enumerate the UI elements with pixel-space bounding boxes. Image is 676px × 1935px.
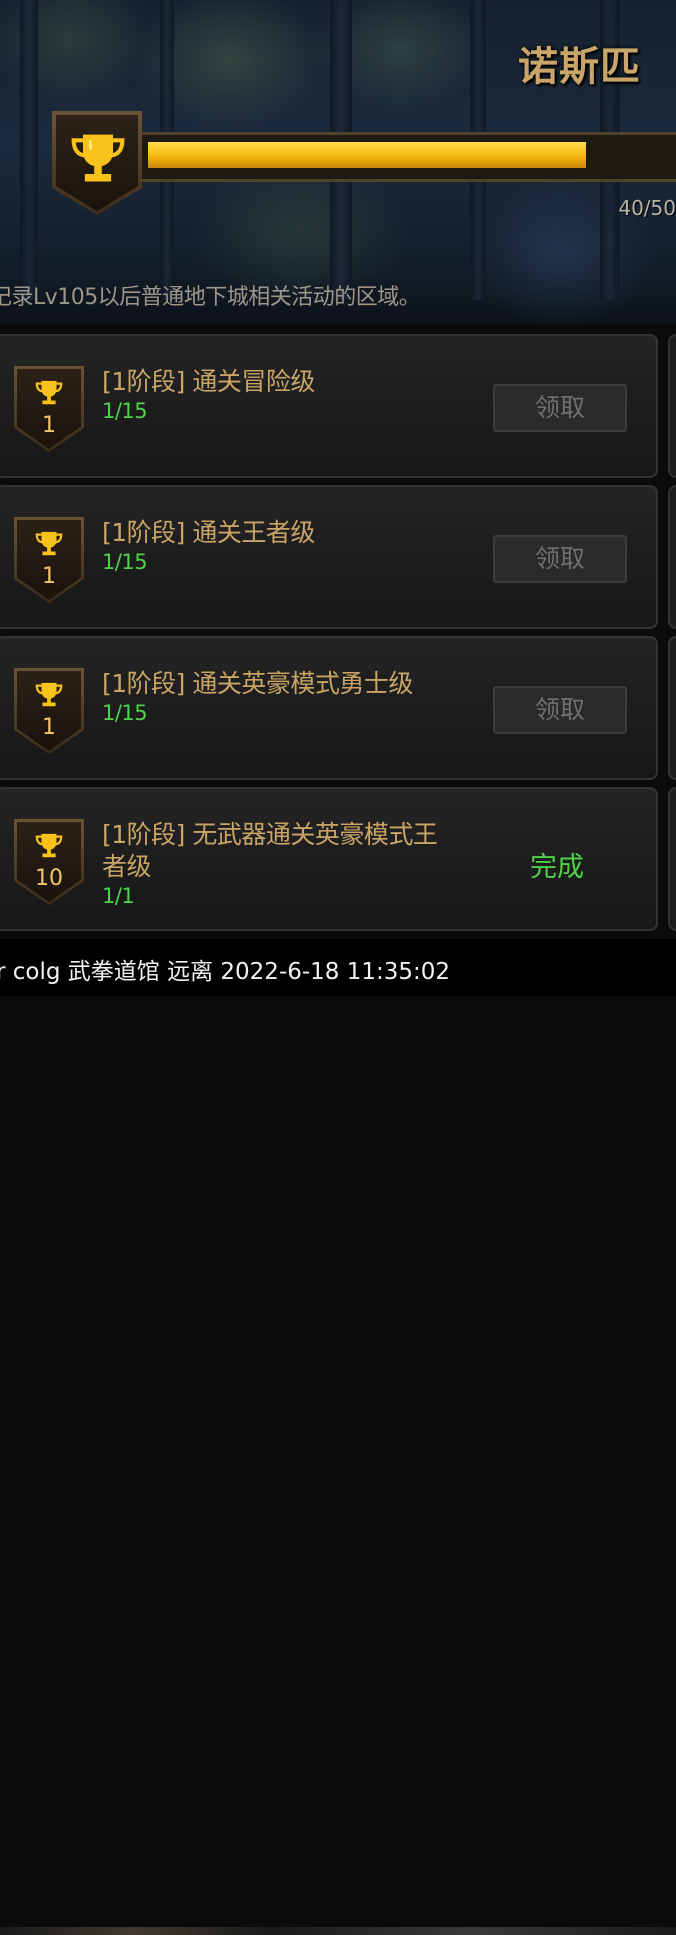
watermark-text: r colg 武拳道馆 远离 2022-6-18 11:35:02 <box>0 959 451 985</box>
reward-count: 1 <box>42 715 56 740</box>
trophy-icon <box>71 134 125 182</box>
task-title: [1阶段] 通关英豪模式勇士级 1/15 <box>102 668 462 726</box>
task-card: 1 [1阶段] 通关英豪模式勇士级 1/15 领取 <box>0 636 658 780</box>
watermark-bar: r colg 武拳道馆 远离 2022-6-18 11:35:02 <box>0 939 676 1935</box>
task-progress: 1/15 <box>102 399 148 423</box>
claim-button[interactable]: 领取 <box>493 535 627 583</box>
header-banner: 诺斯匹 40/50 记录Lv105以后普通地下城相关活动的区域。 <box>0 0 676 325</box>
task-progress: 1/15 <box>102 701 148 725</box>
reward-count: 1 <box>42 413 56 438</box>
reward-count: 1 <box>42 564 56 589</box>
task-title: [1阶段] 通关冒险级 1/15 <box>102 366 462 424</box>
task-title-text: [1阶段] 无武器通关英豪模式王者级 <box>102 820 438 881</box>
trophy-icon <box>35 682 63 707</box>
progress-counter: 40/50 <box>618 196 676 220</box>
claim-button[interactable]: 领取 <box>493 686 627 734</box>
progress-fill <box>148 142 586 168</box>
task-title-text: [1阶段] 通关王者级 <box>102 518 315 547</box>
reward-count: 10 <box>35 866 63 891</box>
task-card: 1 [1阶段] 通关王者级 1/15 领取 <box>0 485 658 629</box>
trophy-icon <box>35 380 63 405</box>
task-title: [1阶段] 通关王者级 1/15 <box>102 517 462 575</box>
underlying-strip <box>0 1927 676 1935</box>
reward-badge: 1 <box>14 668 84 754</box>
next-column-card <box>668 334 676 478</box>
next-column-card <box>668 485 676 629</box>
reward-badge: 10 <box>14 819 84 905</box>
task-title-text: [1阶段] 通关冒险级 <box>102 367 315 396</box>
complete-status: 完成 <box>530 852 584 883</box>
next-column-card <box>668 636 676 780</box>
reward-badge: 1 <box>14 517 84 603</box>
next-column-card <box>668 787 676 931</box>
task-title-text: [1阶段] 通关英豪模式勇士级 <box>102 669 413 698</box>
task-card: 10 [1阶段] 无武器通关英豪模式王者级 1/1 完成 <box>0 787 658 931</box>
area-trophy-badge <box>52 111 142 215</box>
trophy-icon <box>35 833 63 858</box>
trophy-icon <box>35 531 63 556</box>
task-title: [1阶段] 无武器通关英豪模式王者级 1/1 <box>102 819 452 909</box>
area-description: 记录Lv105以后普通地下城相关活动的区域。 <box>0 285 421 310</box>
task-card: 1 [1阶段] 通关冒险级 1/15 领取 <box>0 334 658 478</box>
task-progress: 1/1 <box>102 884 135 908</box>
area-progress-bar <box>142 132 676 182</box>
task-list: 1 [1阶段] 通关冒险级 1/15 领取 1 [1阶段] 通关王者级 1/15… <box>0 330 676 936</box>
reward-badge: 1 <box>14 366 84 452</box>
task-progress: 1/15 <box>102 550 148 574</box>
claim-button[interactable]: 领取 <box>493 384 627 432</box>
page-title: 诺斯匹 <box>518 43 641 90</box>
